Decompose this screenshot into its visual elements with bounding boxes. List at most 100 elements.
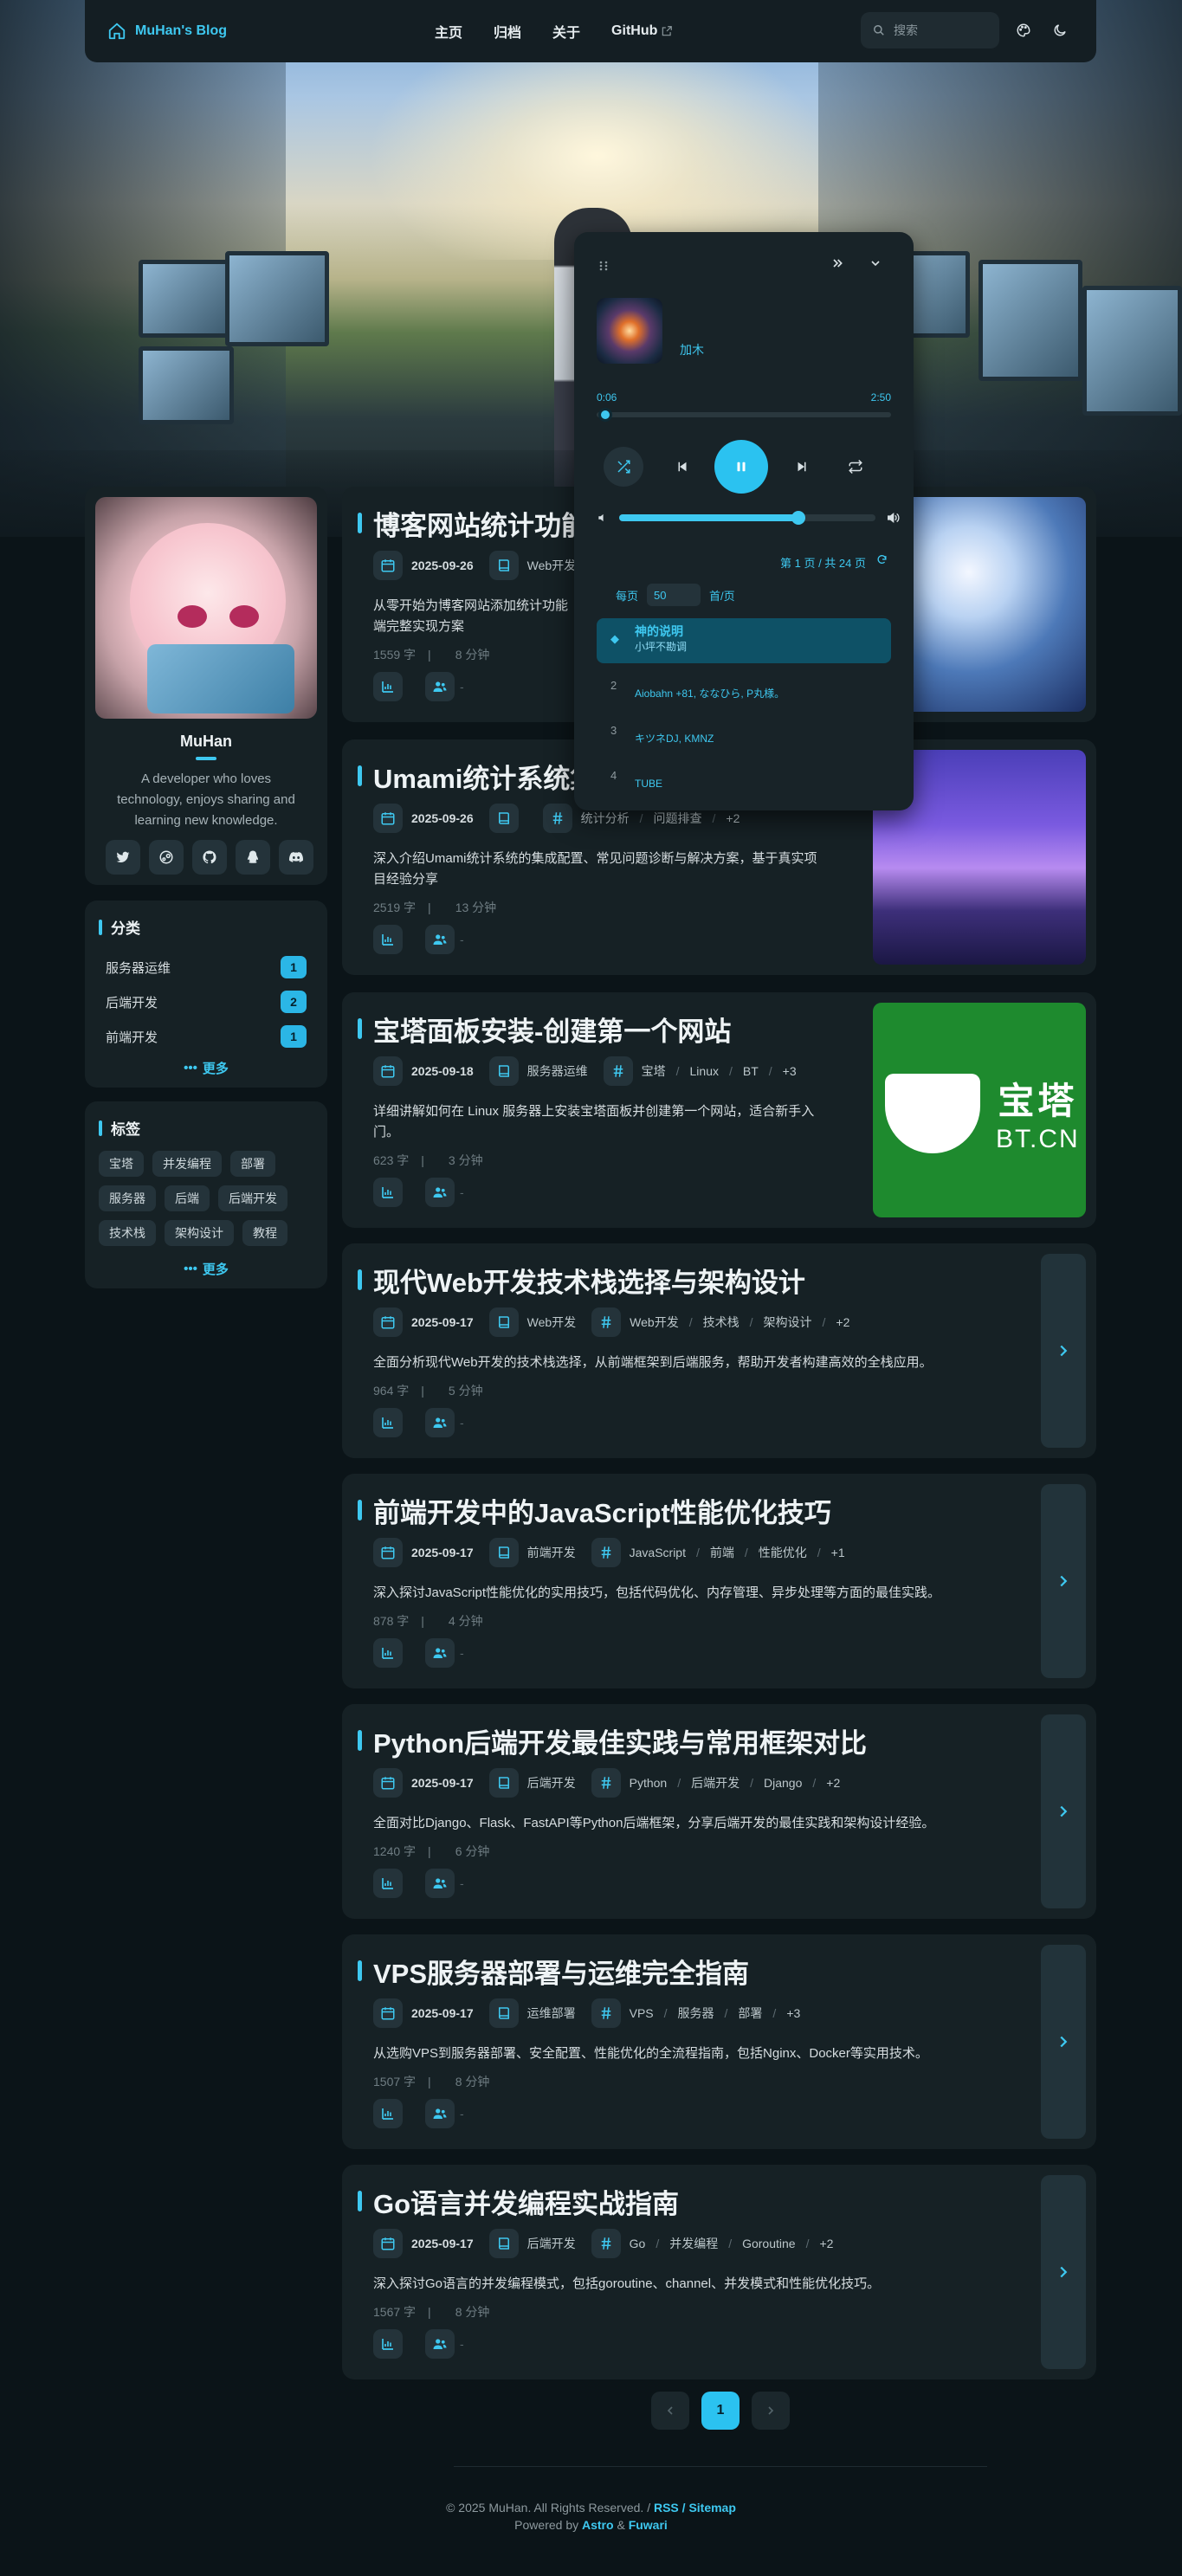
post-tag[interactable]: Linux	[690, 1064, 719, 1078]
tag-chip[interactable]: 教程	[242, 1220, 287, 1246]
footer-fuwari-link[interactable]: Fuwari	[629, 2518, 668, 2532]
refresh-icon[interactable]	[876, 554, 888, 565]
visitors-button[interactable]	[425, 1178, 455, 1207]
post-card[interactable]: Python后端开发最佳实践与常用框架对比 2025-09-17 后端开发 Pytho…	[342, 1704, 1096, 1919]
skip-double-button[interactable]	[830, 256, 844, 274]
pause-button[interactable]	[714, 440, 768, 494]
post-tag[interactable]: 统计分析	[581, 810, 630, 827]
theme-toggle-button[interactable]	[1043, 12, 1077, 48]
post-tag[interactable]: 并发编程	[669, 2235, 718, 2252]
post-title[interactable]: 前端开发中的JavaScript性能优化技巧	[373, 1491, 831, 1530]
post-tag[interactable]: 后端开发	[691, 1774, 740, 1792]
post-title[interactable]: Python后端开发最佳实践与常用框架对比	[373, 1721, 867, 1760]
post-tag[interactable]: 前端	[710, 1544, 734, 1561]
category-item[interactable]: 前端开发 1	[99, 1019, 313, 1054]
next-track-button[interactable]	[782, 447, 822, 487]
previous-track-button[interactable]	[662, 447, 702, 487]
playlist-item-active[interactable]: ◆ 神的说明 小坪不勘调	[597, 618, 891, 663]
twitter-button[interactable]	[106, 840, 140, 875]
volume-high-icon[interactable]	[886, 511, 900, 525]
post-tag[interactable]: Go	[630, 2237, 646, 2250]
nav-link-about[interactable]: 关于	[537, 14, 596, 48]
page-button-current[interactable]: 1	[701, 2392, 740, 2430]
post-title[interactable]: 博客网站统计功能	[373, 504, 588, 543]
shuffle-button[interactable]	[604, 447, 643, 487]
post-tag[interactable]: 宝塔	[642, 1062, 666, 1080]
post-card[interactable]: 前端开发中的JavaScript性能优化技巧 2025-09-17 前端开发 Java…	[342, 1474, 1096, 1688]
visitors-button[interactable]	[425, 1408, 455, 1437]
category-item[interactable]: 服务器运维 1	[99, 950, 313, 985]
views-button[interactable]	[373, 672, 403, 701]
qq-button[interactable]	[236, 840, 270, 875]
post-tag[interactable]: 架构设计	[764, 1314, 812, 1331]
post-card[interactable]: Go语言并发编程实战指南 2025-09-17 后端开发 Go / 并发编程 / Gorout…	[342, 2165, 1096, 2379]
views-button[interactable]	[373, 2329, 403, 2359]
playlist-item[interactable]: 2 Aiobahn +81, ななひら, P丸様。	[597, 665, 891, 710]
avatar[interactable]	[95, 497, 317, 719]
post-cover[interactable]: 宝塔 BT.CN	[873, 1003, 1086, 1217]
post-category[interactable]: 前端开发	[527, 1544, 576, 1561]
nav-link-archive[interactable]: 归档	[478, 14, 537, 48]
progress-knob[interactable]	[598, 408, 613, 422]
post-tag[interactable]: Web开发	[630, 1314, 679, 1331]
visitors-button[interactable]	[425, 2099, 455, 2128]
github-button[interactable]	[192, 840, 227, 875]
tag-chip[interactable]: 部署	[230, 1151, 275, 1177]
playlist-item[interactable]: 3 キツネDJ, KMNZ	[597, 710, 891, 755]
post-category[interactable]: 服务器运维	[527, 1062, 588, 1080]
post-category[interactable]: Web开发	[527, 557, 577, 574]
post-tag[interactable]: 性能优化	[759, 1544, 807, 1561]
views-button[interactable]	[373, 925, 403, 954]
visitors-button[interactable]	[425, 672, 455, 701]
drag-handle-icon[interactable]	[598, 260, 609, 272]
post-tag[interactable]: BT	[743, 1064, 759, 1078]
post-tag[interactable]: Goroutine	[742, 2237, 795, 2250]
post-tag[interactable]: Django	[764, 1776, 802, 1790]
tag-chip[interactable]: 架构设计	[165, 1220, 234, 1246]
post-title[interactable]: 宝塔面板安装-创建第一个网站	[373, 1010, 731, 1049]
collapse-player-button[interactable]	[869, 256, 882, 274]
post-title[interactable]: Umami统计系统集	[373, 757, 597, 796]
open-post-button[interactable]	[1041, 1945, 1086, 2139]
post-tag[interactable]: Python	[630, 1776, 668, 1790]
search-box[interactable]: 搜索	[861, 12, 999, 48]
footer-astro-link[interactable]: Astro	[582, 2518, 614, 2532]
open-post-button[interactable]	[1041, 1254, 1086, 1448]
views-button[interactable]	[373, 2099, 403, 2128]
views-button[interactable]	[373, 1408, 403, 1437]
nav-link-github[interactable]: GitHub	[596, 16, 688, 46]
prev-page-button[interactable]	[651, 2392, 689, 2430]
post-card[interactable]: 现代Web开发技术栈选择与架构设计 2025-09-17 Web开发 Web开发 / 技术…	[342, 1243, 1096, 1458]
categories-more-link[interactable]: ••• 更多	[99, 1059, 313, 1077]
post-title[interactable]: VPS服务器部署与运维完全指南	[373, 1952, 749, 1991]
tag-chip[interactable]: 技术栈	[99, 1220, 156, 1246]
brand-link[interactable]: MuHan's Blog	[107, 22, 227, 41]
volume-slider[interactable]	[619, 511, 875, 525]
visitors-button[interactable]	[425, 1869, 455, 1898]
next-page-button[interactable]	[752, 2392, 790, 2430]
post-tag[interactable]: JavaScript	[630, 1546, 686, 1559]
tag-chip[interactable]: 宝塔	[99, 1151, 144, 1177]
tag-chip[interactable]: 后端	[165, 1185, 210, 1211]
volume-knob[interactable]	[791, 511, 806, 525]
post-tag[interactable]: VPS	[630, 2006, 654, 2020]
playlist-item[interactable]: 4 TUBE	[597, 755, 891, 802]
post-category[interactable]: Web开发	[527, 1314, 577, 1331]
visitors-button[interactable]	[425, 2329, 455, 2359]
tag-chip[interactable]: 服务器	[99, 1185, 156, 1211]
post-title[interactable]: Go语言并发编程实战指南	[373, 2182, 679, 2221]
post-tag[interactable]: 部署	[738, 2005, 762, 2022]
discord-button[interactable]	[279, 840, 313, 875]
repeat-button[interactable]	[836, 447, 875, 487]
visitors-button[interactable]	[425, 925, 455, 954]
open-post-button[interactable]	[1041, 1714, 1086, 1908]
steam-button[interactable]	[149, 840, 184, 875]
views-button[interactable]	[373, 1638, 403, 1668]
open-post-button[interactable]	[1041, 2175, 1086, 2369]
footer-sitemap-link[interactable]: Sitemap	[688, 2501, 735, 2515]
post-tag[interactable]: 技术栈	[703, 1314, 740, 1331]
post-title[interactable]: 现代Web开发技术栈选择与架构设计	[373, 1261, 805, 1300]
views-button[interactable]	[373, 1869, 403, 1898]
post-category[interactable]: 运维部署	[527, 2005, 576, 2022]
tags-more-link[interactable]: ••• 更多	[99, 1260, 313, 1278]
